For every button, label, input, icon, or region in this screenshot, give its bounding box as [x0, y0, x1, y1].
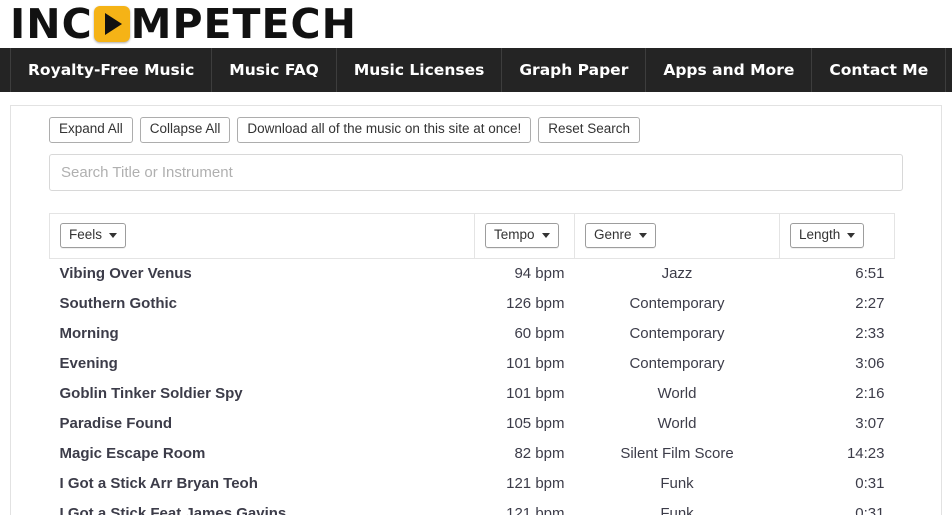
genre-filter-label: Genre: [594, 227, 632, 243]
collapse-all-button[interactable]: Collapse All: [139, 117, 231, 143]
feels-filter-label: Feels: [69, 227, 103, 243]
tempo-filter-dropdown[interactable]: Tempo: [485, 223, 559, 249]
table-row[interactable]: Evening 101 bpm Contemporary 3:06: [50, 349, 895, 379]
table-row[interactable]: Vibing Over Venus 94 bpm Jazz 6:51: [50, 258, 895, 289]
table-row[interactable]: Southern Gothic 126 bpm Contemporary 2:27: [50, 289, 895, 319]
track-genre: Funk: [660, 505, 694, 515]
track-length: 14:23: [846, 445, 885, 463]
track-genre: Contemporary: [629, 295, 725, 313]
table-header-row: Feels Tempo Genre Length: [49, 212, 895, 259]
track-genre: World: [657, 415, 697, 433]
track-length: 2:16: [855, 385, 885, 403]
track-genre: Contemporary: [629, 355, 725, 373]
table-row[interactable]: I Got a Stick Feat James Gavins 121 bpm Fu…: [50, 499, 895, 515]
track-title[interactable]: I Got a Stick Feat James Gavins: [50, 499, 475, 515]
track-tempo: 121 bpm: [506, 505, 565, 515]
track-tempo: 101 bpm: [506, 385, 565, 403]
track-tempo: 94 bpm: [514, 265, 565, 283]
track-length: 2:33: [855, 325, 885, 343]
content-panel: Expand All Collapse All Download all of …: [10, 105, 942, 515]
track-tempo: 82 bpm: [514, 445, 565, 463]
feels-filter-dropdown[interactable]: Feels: [60, 223, 127, 249]
track-length: 0:31: [855, 505, 885, 515]
genre-filter-dropdown[interactable]: Genre: [585, 223, 656, 249]
column-header-tempo: Tempo: [474, 212, 575, 259]
nav-item-royalty-free-music[interactable]: Royalty-Free Music: [10, 48, 213, 92]
table-row[interactable]: I Got a Stick Arr Bryan Teoh 121 bpm Funk 0…: [50, 469, 895, 499]
track-length: 3:07: [855, 415, 885, 433]
chevron-down-icon: [109, 232, 118, 238]
track-tempo: 126 bpm: [506, 295, 565, 313]
track-title[interactable]: Paradise Found: [50, 409, 475, 439]
nav-item-music-faq[interactable]: Music FAQ: [212, 48, 337, 92]
track-title[interactable]: Magic Escape Room: [50, 439, 475, 469]
music-table: Feels Tempo Genre Length Vibing Over Ven…: [49, 212, 895, 515]
chevron-down-icon: [847, 232, 856, 238]
nav-item-apps-and-more[interactable]: Apps and More: [646, 48, 813, 92]
track-genre: Silent Film Score: [620, 445, 734, 463]
main-navigation: Royalty-Free Music Music FAQ Music Licen…: [0, 48, 952, 92]
site-header: INC MPETECH: [0, 0, 952, 48]
table-body: Vibing Over Venus 94 bpm Jazz 6:51 Southern …: [50, 258, 895, 515]
track-tempo: 60 bpm: [514, 325, 565, 343]
download-all-button[interactable]: Download all of the music on this site a…: [237, 117, 532, 143]
expand-all-button[interactable]: Expand All: [49, 117, 133, 143]
nav-item-music-licenses[interactable]: Music Licenses: [337, 48, 503, 92]
track-genre: World: [657, 385, 697, 403]
track-title[interactable]: Evening: [50, 349, 475, 379]
length-filter-dropdown[interactable]: Length: [790, 223, 865, 249]
track-title[interactable]: Vibing Over Venus: [50, 258, 475, 289]
track-title[interactable]: Morning: [50, 319, 475, 349]
track-genre: Funk: [660, 475, 694, 493]
site-logo[interactable]: INC MPETECH: [10, 0, 357, 48]
play-triangle-icon: [105, 13, 123, 35]
track-length: 0:31: [855, 475, 885, 493]
table-row[interactable]: Magic Escape Room 82 bpm Silent Film Score…: [50, 439, 895, 469]
column-header-feels: Feels: [49, 212, 475, 259]
track-title[interactable]: I Got a Stick Arr Bryan Teoh: [50, 469, 475, 499]
tempo-filter-label: Tempo: [494, 227, 535, 243]
chevron-down-icon: [541, 232, 550, 238]
music-table-container: Feels Tempo Genre Length Vibing Over Ven…: [11, 212, 941, 515]
nav-item-contact-me[interactable]: Contact Me: [812, 48, 947, 92]
nav-item-graph-paper[interactable]: Graph Paper: [502, 48, 647, 92]
table-row[interactable]: Goblin Tinker Soldier Spy 101 bpm World 2:1…: [50, 379, 895, 409]
track-tempo: 121 bpm: [506, 475, 565, 493]
search-container: [11, 153, 941, 191]
track-tempo: 101 bpm: [506, 355, 565, 373]
logo-text-right: MPETECH: [130, 0, 357, 48]
track-length: 6:51: [855, 265, 885, 283]
logo-text-left: INC: [10, 0, 93, 48]
track-genre: Jazz: [661, 265, 693, 283]
column-header-length: Length: [779, 212, 895, 259]
track-tempo: 105 bpm: [506, 415, 565, 433]
nav-item-support[interactable]: Support: [946, 48, 952, 92]
track-genre: Contemporary: [629, 325, 725, 343]
table-row[interactable]: Paradise Found 105 bpm World 3:07: [50, 409, 895, 439]
track-title[interactable]: Goblin Tinker Soldier Spy: [50, 379, 475, 409]
length-filter-label: Length: [799, 227, 841, 243]
track-length: 2:27: [855, 295, 885, 313]
chevron-down-icon: [638, 232, 647, 238]
table-header: Feels Tempo Genre Length: [49, 212, 895, 259]
play-icon: [93, 6, 130, 42]
column-header-genre: Genre: [574, 212, 780, 259]
table-row[interactable]: Morning 60 bpm Contemporary 2:33: [50, 319, 895, 349]
track-length: 3:06: [855, 355, 885, 373]
search-input[interactable]: [49, 153, 903, 191]
toolbar: Expand All Collapse All Download all of …: [11, 117, 941, 143]
reset-search-button[interactable]: Reset Search: [538, 117, 641, 143]
track-title[interactable]: Southern Gothic: [50, 289, 475, 319]
